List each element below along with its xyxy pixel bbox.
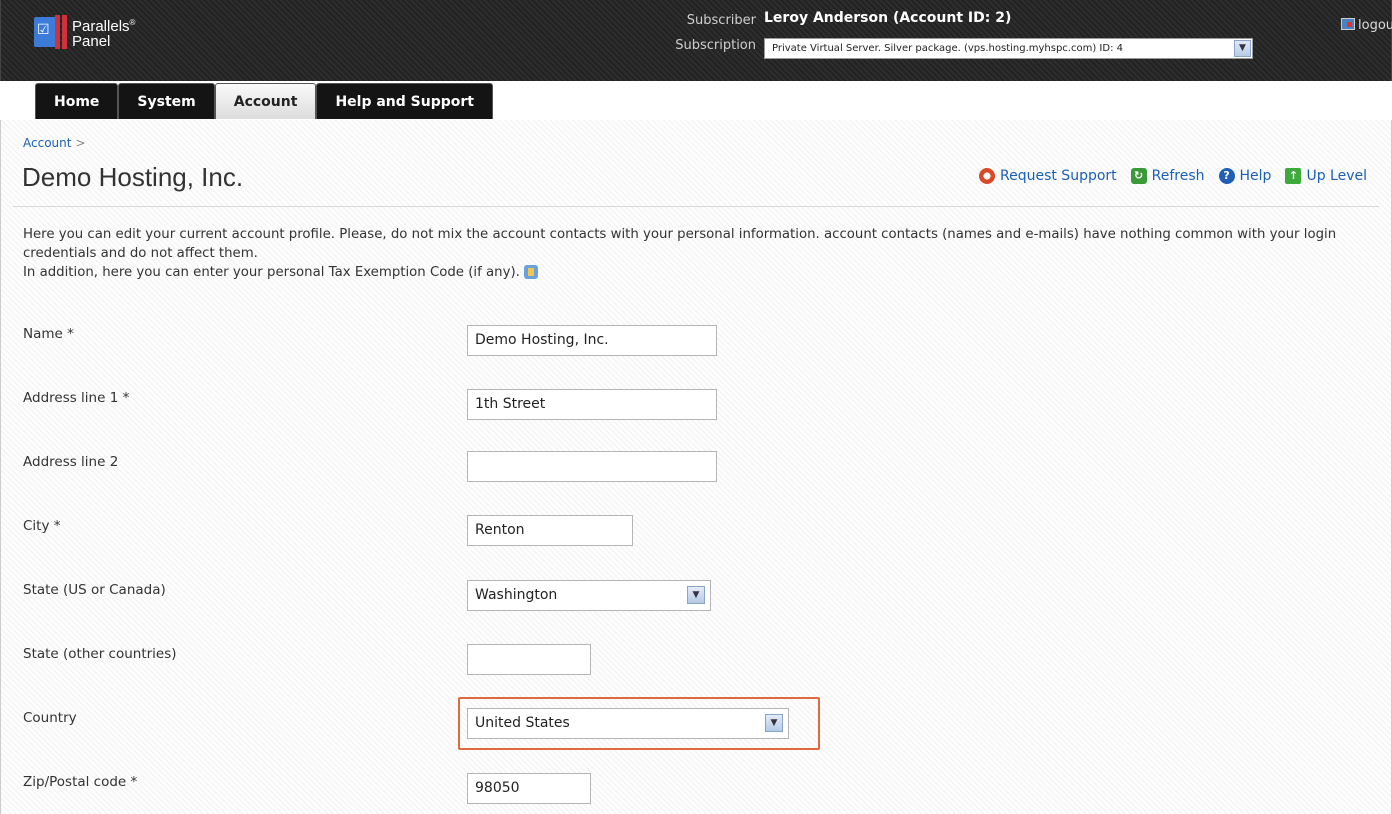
- main-tabs: Home System Account Help and Support: [35, 83, 493, 119]
- zip-label: Zip/Postal code *: [23, 774, 138, 790]
- intro-line-1: Here you can edit your current account p…: [23, 227, 1337, 261]
- page-actions: Request Support ↻ Refresh ? Help ↑ Up Le…: [978, 168, 1367, 184]
- city-input[interactable]: Renton: [467, 515, 633, 546]
- address-line-2-label: Address line 2: [23, 454, 119, 470]
- intro-line-2-text: In addition, here you can enter your per…: [23, 265, 520, 280]
- refresh-label: Refresh: [1151, 168, 1205, 184]
- address-line-1-label: Address line 1 *: [23, 390, 130, 406]
- intro-line-2: In addition, here you can enter your per…: [23, 263, 1375, 282]
- subscriber-label: Subscriber: [686, 13, 756, 28]
- subscriber-name: Leroy Anderson (Account ID: 2): [764, 10, 1012, 26]
- breadcrumb-account[interactable]: Account: [23, 136, 71, 150]
- help-button[interactable]: ? Help: [1218, 168, 1272, 184]
- country-label: Country: [23, 710, 77, 726]
- tab-help-and-support[interactable]: Help and Support: [316, 83, 493, 119]
- city-label: City *: [23, 518, 61, 534]
- logout-icon[interactable]: [1341, 18, 1355, 30]
- help-label: Help: [1239, 168, 1272, 184]
- state-us-select-value: Washington: [475, 587, 558, 603]
- refresh-icon: ↻: [1130, 168, 1147, 184]
- name-label: Name *: [23, 326, 74, 342]
- up-arrow-icon: ↑: [1285, 168, 1302, 184]
- help-icon: ?: [1218, 168, 1235, 184]
- top-header: Parallels® Panel Subscriber Subscription…: [0, 0, 1392, 119]
- address-line-1-input[interactable]: 1th Street: [467, 389, 717, 420]
- tab-home[interactable]: Home: [35, 83, 119, 119]
- address-line-2-input[interactable]: [467, 451, 717, 482]
- subscriber-labels: Subscriber Subscription: [651, 11, 756, 55]
- logout-link[interactable]: logout: [1358, 18, 1392, 33]
- parallels-logo-icon: [34, 15, 68, 49]
- logo-text: Parallels® Panel: [72, 18, 136, 50]
- breadcrumb-separator: >: [75, 136, 86, 150]
- intro-text: Here you can edit your current account p…: [23, 225, 1375, 282]
- logo-text-line2: Panel: [72, 33, 111, 50]
- request-support-button[interactable]: Request Support: [978, 168, 1117, 184]
- subscription-select-value: Private Virtual Server. Silver package. …: [772, 43, 1123, 54]
- tax-info-icon[interactable]: [523, 265, 538, 279]
- chevron-down-icon[interactable]: ▼: [687, 586, 705, 604]
- request-support-label: Request Support: [999, 168, 1117, 184]
- chevron-down-icon[interactable]: ▼: [1234, 40, 1251, 57]
- subscription-select[interactable]: Private Virtual Server. Silver package. …: [764, 38, 1253, 59]
- state-other-label: State (other countries): [23, 646, 177, 662]
- up-level-label: Up Level: [1306, 168, 1367, 184]
- up-level-button[interactable]: ↑ Up Level: [1285, 168, 1367, 184]
- parallels-logo[interactable]: Parallels® Panel: [34, 15, 135, 55]
- main-content: Account > Demo Hosting, Inc. Request Supp…: [0, 120, 1392, 814]
- name-input[interactable]: Demo Hosting, Inc.: [467, 325, 717, 356]
- tab-system[interactable]: System: [118, 83, 215, 119]
- title-divider: [13, 206, 1379, 207]
- state-us-select[interactable]: Washington ▼: [467, 580, 711, 611]
- subscription-label: Subscription: [675, 38, 756, 53]
- page-title: Demo Hosting, Inc.: [22, 162, 244, 192]
- breadcrumb: Account >: [23, 136, 86, 150]
- state-other-input[interactable]: [467, 644, 591, 675]
- tab-account[interactable]: Account: [214, 83, 317, 119]
- refresh-button[interactable]: ↻ Refresh: [1130, 168, 1205, 184]
- country-highlight-box: [458, 697, 820, 750]
- state-us-label: State (US or Canada): [23, 582, 166, 598]
- zip-input[interactable]: 98050: [467, 773, 591, 804]
- lifebuoy-icon: [978, 168, 995, 184]
